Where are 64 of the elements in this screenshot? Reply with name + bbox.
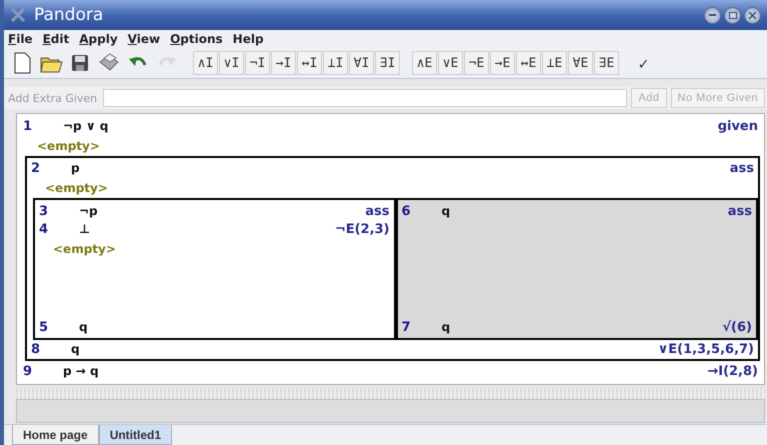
rule-justification: ass	[730, 160, 755, 176]
minimize-icon	[709, 14, 716, 16]
formula: q	[442, 204, 450, 218]
close-button[interactable]	[744, 6, 761, 24]
empty-step-text: <empty>	[37, 138, 100, 155]
rule-button[interactable]: ∀I	[349, 51, 374, 75]
window-title: Pandora	[34, 5, 104, 25]
line-number: 7	[400, 320, 412, 334]
menu-item[interactable]: Edit	[42, 32, 70, 46]
rule-button[interactable]: ∃E	[594, 51, 619, 75]
line-number: 8	[30, 342, 42, 356]
empty-step-text: <empty>	[53, 241, 116, 258]
formula: q	[442, 320, 450, 334]
line-number: 3	[38, 204, 50, 218]
given-label: Add Extra Given	[7, 92, 98, 104]
tab[interactable]: Home page	[12, 425, 99, 445]
line-number: 6	[400, 204, 412, 218]
rule-justification: given	[718, 118, 759, 134]
formula: p → q	[63, 364, 99, 378]
maximize-icon	[728, 12, 736, 18]
rule-button[interactable]: →E	[490, 51, 515, 75]
rule-button[interactable]: ¬I	[245, 51, 270, 75]
rule-button[interactable]: ∧E	[412, 51, 437, 75]
rule-justification: ∨E(1,3,5,6,7)	[658, 342, 755, 356]
rule-button[interactable]: ∀E	[568, 51, 593, 75]
rule-button[interactable]: ∃I	[375, 51, 400, 75]
line-number: 1	[22, 118, 34, 134]
formula: ¬p	[79, 204, 98, 218]
menu-item[interactable]: Apply	[79, 32, 118, 46]
rule-button[interactable]: ⊥E	[542, 51, 567, 75]
rule-justification: →I(2,8)	[707, 364, 759, 378]
minimize-button[interactable]	[704, 6, 721, 24]
rule-button[interactable]: ¬E	[464, 51, 489, 75]
line-number: 4	[38, 222, 50, 236]
rule-justification: ¬E(2,3)	[334, 222, 390, 236]
close-icon	[749, 12, 756, 18]
menu-item[interactable]: Help	[232, 32, 264, 46]
formula: q	[79, 320, 88, 334]
rule-button[interactable]: ∨E	[438, 51, 463, 75]
rule-justification: √(6)	[722, 320, 753, 334]
formula: ¬p ∨ q	[63, 119, 108, 133]
check-button[interactable]: ✓	[631, 51, 656, 75]
x-logo-icon	[10, 7, 26, 23]
menu-item[interactable]: File	[8, 32, 33, 46]
rule-justification: ass	[365, 204, 390, 218]
rule-button[interactable]: ⊥I	[323, 51, 348, 75]
rule-button[interactable]: ↔I	[297, 51, 322, 75]
rule-button[interactable]: →I	[271, 51, 296, 75]
menu-item[interactable]: View	[128, 32, 160, 46]
formula: p	[71, 161, 80, 175]
rule-justification: ass	[728, 204, 753, 218]
menu-item[interactable]: Options	[170, 32, 223, 46]
maximize-button[interactable]	[724, 6, 741, 24]
empty-step-text: <empty>	[45, 180, 108, 197]
line-number: 9	[22, 364, 34, 378]
rule-button[interactable]: ↔E	[516, 51, 541, 75]
line-number: 2	[30, 160, 42, 176]
rule-button[interactable]: ∨I	[219, 51, 244, 75]
formula: ⊥	[79, 222, 90, 236]
formula: q	[71, 342, 80, 356]
given-input-field[interactable]	[103, 89, 628, 107]
rule-button[interactable]: ∧I	[193, 51, 218, 75]
line-number: 5	[38, 320, 50, 334]
tab[interactable]: Untitled1	[98, 425, 172, 445]
